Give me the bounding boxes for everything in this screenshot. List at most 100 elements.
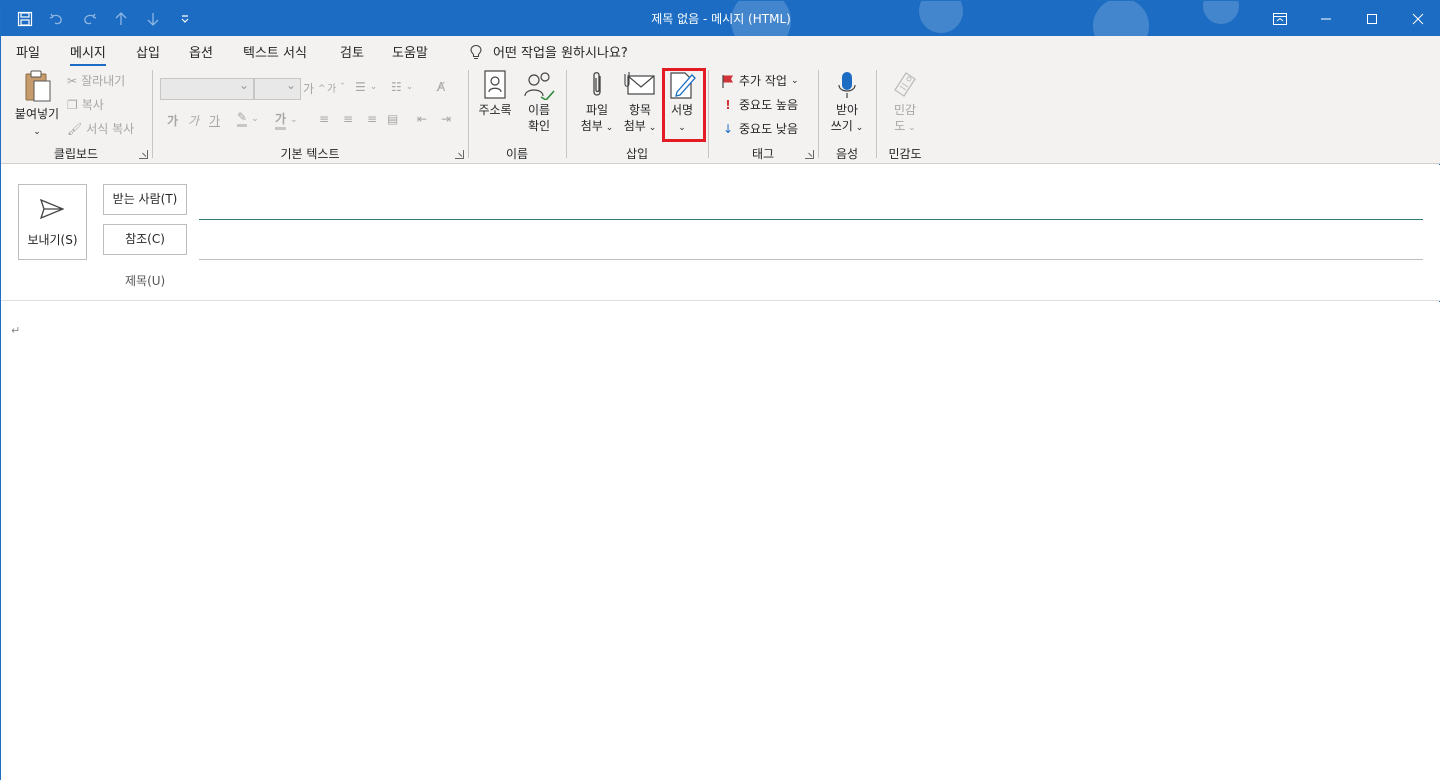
paste-label: 붙여넣기 [14, 107, 60, 121]
exclamation-icon: ! [725, 97, 731, 112]
paperclip-icon [593, 72, 601, 96]
dialog-launcher-icon[interactable] [805, 150, 814, 159]
align-left-icon: ≡ [319, 112, 330, 126]
align-center-icon: ≡ [343, 112, 354, 126]
highlighter-icon: ✎ [237, 110, 248, 127]
check-names-label-1: 이름 [527, 103, 551, 117]
dialog-launcher-icon[interactable] [139, 150, 148, 159]
lightbulb-icon [470, 44, 482, 59]
tags-group-label: 태그 [751, 147, 775, 161]
clear-formatting-button[interactable]: A̸ [437, 80, 445, 94]
italic-label: 가 [188, 114, 200, 128]
compose-header: 보내기(S) 받는 사람(T) 참조(C) 제목(U) [1, 165, 1440, 301]
address-book-button[interactable]: 주소록 [475, 70, 515, 118]
copy-icon: ❐ [67, 97, 78, 112]
tab-options[interactable]: 옵션 [189, 42, 213, 61]
window-controls [1257, 1, 1440, 36]
tab-format-text[interactable]: 텍스트 서식 [243, 42, 307, 61]
high-importance-button[interactable]: ! 중요도 높음 [721, 96, 798, 113]
grow-font-button[interactable]: 가 ^ [303, 80, 326, 97]
cut-label: 잘라내기 [81, 74, 126, 88]
numbering-button[interactable]: ☷ ⌄ [391, 80, 413, 94]
dictate-button[interactable]: 받아 쓰기 ⌄ [825, 70, 869, 136]
sensitivity-button[interactable]: 민감 도 ⌄ [883, 70, 927, 136]
dialog-launcher-icon[interactable] [455, 150, 464, 159]
bold-button[interactable]: 가 [167, 112, 178, 129]
low-importance-label: 중요도 낮음 [739, 122, 799, 136]
format-painter-button[interactable]: 🖌︎ 서식 복사 [67, 120, 134, 137]
chevron-down-icon: ⌄ [33, 127, 41, 137]
red-flag-icon [722, 74, 733, 88]
microphone-icon [838, 72, 856, 98]
clipboard-group: 붙여넣기 ⌄ ✂ 잘라내기 ❐ 복사 🖌︎ 서식 복사 클립보드 [1, 66, 151, 164]
increase-indent-icon: ⇥ [441, 112, 452, 126]
cc-button[interactable]: 참조(C) [103, 224, 187, 255]
numbered-list-icon: ☷ [391, 80, 402, 94]
justify-button[interactable]: ▤ [387, 112, 398, 126]
sensitivity-icon [894, 72, 916, 97]
paste-button[interactable]: 붙여넣기 ⌄ [9, 70, 65, 140]
tell-me-search[interactable]: 어떤 작업을 원하시나요? [469, 42, 628, 61]
subject-label: 제목(U) [125, 274, 166, 288]
highlight-button[interactable]: ✎ ⌄ [237, 110, 259, 127]
align-right-icon: ≡ [367, 112, 378, 126]
title-bar: 제목 없음 - 메시지 (HTML) [1, 1, 1440, 36]
align-center-button[interactable]: ≡ [343, 112, 353, 126]
follow-up-button[interactable]: 추가 작업 ⌄ [721, 72, 799, 89]
check-names-button[interactable]: 이름 확인 [519, 70, 559, 134]
font-name-combo[interactable] [160, 78, 254, 100]
check-names-label-2: 확인 [527, 119, 551, 133]
minimize-icon[interactable] [1303, 1, 1349, 36]
tab-review[interactable]: 검토 [340, 42, 364, 61]
check-names-icon [524, 72, 555, 100]
underline-button[interactable]: 가 [209, 112, 220, 129]
to-input[interactable] [199, 219, 1423, 220]
clipboard-group-label: 클립보드 [53, 147, 99, 161]
shrink-font-button[interactable]: 가ˇ [327, 80, 345, 96]
font-size-combo[interactable] [254, 78, 301, 100]
names-group-label: 이름 [505, 147, 529, 161]
decrease-indent-button[interactable]: ⇤ [417, 112, 427, 126]
justify-icon: ▤ [387, 112, 399, 126]
names-group: 주소록 이름 확인 이름 [469, 66, 565, 164]
paragraph-mark: ↵ [11, 324, 21, 337]
italic-button[interactable]: 가 [188, 112, 199, 129]
low-importance-button[interactable]: ↓ 중요도 낮음 [721, 120, 798, 137]
attach-item-button[interactable]: 항목 첨부 ⌄ [617, 70, 663, 136]
attach-file-button[interactable]: 파일 첨부 ⌄ [575, 70, 619, 136]
tab-message[interactable]: 메시지 [70, 42, 106, 67]
outlook-message-window: 제목 없음 - 메시지 (HTML) 파일 메시지 삽입 옵션 텍스트 서식 검… [0, 0, 1440, 781]
cut-button[interactable]: ✂ 잘라내기 [67, 72, 125, 89]
tab-insert[interactable]: 삽입 [136, 42, 160, 61]
attach-file-label-2: 첨부 [580, 119, 603, 133]
sensitivity-group-label: 민감도 [888, 147, 922, 161]
tags-group: 추가 작업 ⌄ ! 중요도 높음 ↓ 중요도 낮음 태그 [709, 66, 817, 164]
message-body[interactable]: ↵ [1, 302, 1440, 781]
sensitivity-label-1: 민감 [893, 103, 917, 117]
copy-button[interactable]: ❐ 복사 [67, 96, 104, 113]
send-label: 보내기(S) [27, 233, 78, 247]
font-color-icon: 가 [275, 110, 287, 130]
bullets-button[interactable]: ☰ ⌄ [355, 80, 377, 94]
tab-help[interactable]: 도움말 [392, 42, 428, 61]
address-book-label: 주소록 [478, 103, 512, 117]
cc-input[interactable] [199, 259, 1423, 260]
maximize-icon[interactable] [1349, 1, 1395, 36]
signature-highlight-box [662, 68, 706, 142]
send-button[interactable]: 보내기(S) [18, 184, 87, 260]
align-right-button[interactable]: ≡ [367, 112, 377, 126]
scissors-icon: ✂ [67, 73, 78, 88]
increase-indent-button[interactable]: ⇥ [441, 112, 451, 126]
to-button[interactable]: 받는 사람(T) [103, 184, 187, 215]
tell-me-placeholder: 어떤 작업을 원하시나요? [493, 46, 628, 61]
follow-up-label: 추가 작업 [739, 74, 787, 88]
font-color-button[interactable]: 가 ⌄ [275, 110, 298, 130]
ribbon-display-options-icon[interactable] [1257, 1, 1303, 36]
high-importance-label: 중요도 높음 [739, 98, 799, 112]
tab-file[interactable]: 파일 [16, 42, 40, 61]
attach-item-label-1: 항목 [628, 103, 652, 117]
align-left-button[interactable]: ≡ [319, 112, 329, 126]
clear-formatting-icon: A̸ [437, 80, 446, 94]
insert-group-label: 삽입 [625, 147, 649, 161]
close-icon[interactable] [1395, 1, 1440, 36]
